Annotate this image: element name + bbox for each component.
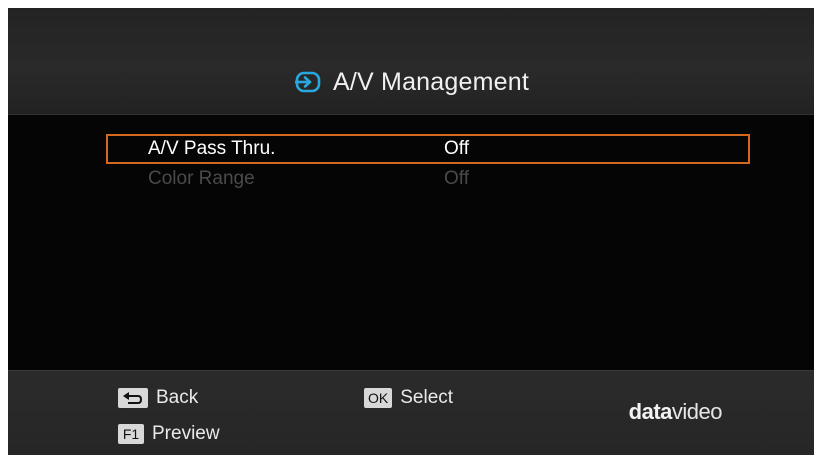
return-arrow-icon (123, 392, 143, 404)
select-hint[interactable]: OK Select (364, 387, 453, 409)
preview-label: Preview (152, 423, 220, 444)
back-key-icon (118, 388, 148, 408)
preview-hint[interactable]: F1 Preview (118, 423, 220, 445)
header-bar: A/V Management (8, 8, 814, 115)
settings-menu: A/V Pass Thru. Off Color Range Off (106, 134, 750, 194)
header-title-group: A/V Management (8, 64, 814, 100)
menu-item-label: Color Range (148, 168, 255, 189)
input-icon (295, 71, 321, 93)
footer-bar: Back F1 Preview OK Select datavideo (8, 370, 814, 455)
menu-item-color-range[interactable]: Color Range Off (106, 164, 750, 194)
back-label: Back (156, 387, 199, 408)
menu-item-label: A/V Pass Thru. (148, 138, 276, 159)
select-label: Select (400, 387, 454, 408)
datavideo-logo: datavideo (628, 399, 723, 424)
f1-key: F1 (118, 424, 144, 444)
page-title: A/V Management (333, 67, 529, 96)
back-hint[interactable]: Back (118, 387, 198, 409)
menu-item-av-pass-thru[interactable]: A/V Pass Thru. Off (106, 134, 750, 164)
menu-item-value: Off (444, 138, 469, 159)
menu-item-value: Off (444, 168, 469, 189)
osd-screen: A/V Management A/V Pass Thru. Off Color … (8, 8, 814, 455)
ok-key: OK (364, 388, 393, 408)
